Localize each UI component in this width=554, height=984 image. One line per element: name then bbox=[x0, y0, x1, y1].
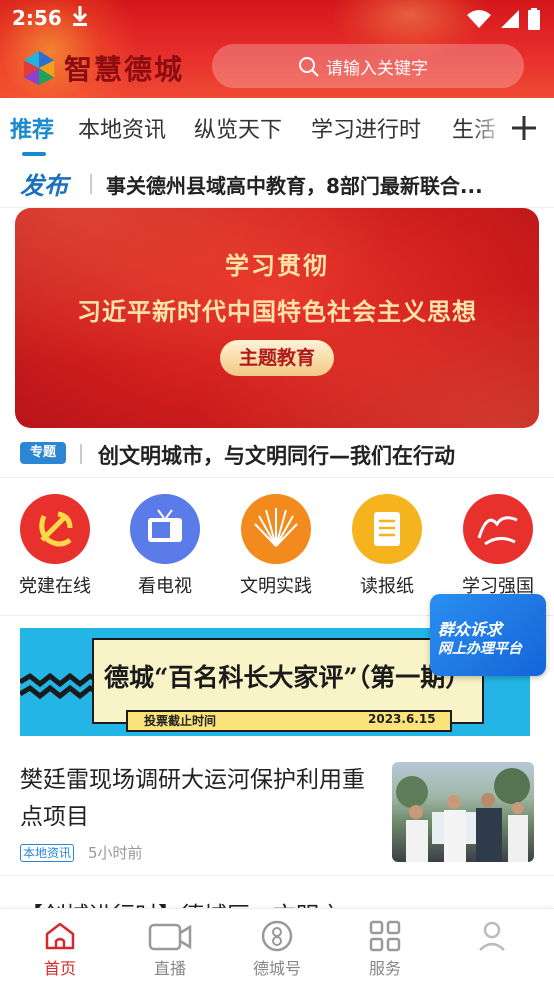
divider bbox=[90, 174, 92, 194]
ticker-headline[interactable]: 事关德州县域高中教育，8部门最新联合... bbox=[106, 170, 534, 199]
search-bar[interactable]: 请输入关键字 bbox=[212, 44, 524, 88]
status-icons bbox=[466, 8, 540, 30]
zigzag-decoration bbox=[20, 672, 100, 700]
nav-service[interactable]: 服务 bbox=[345, 919, 425, 979]
tab-fade-mask bbox=[470, 98, 506, 158]
app-logo: 智慧德城 bbox=[20, 48, 184, 88]
service-label: 看电视 bbox=[138, 576, 192, 597]
wifi-icon bbox=[467, 10, 491, 28]
float-line-1: 群众诉求 bbox=[438, 620, 503, 639]
home-icon bbox=[20, 919, 100, 953]
vote-title: 德城“百名科长大家评”（第一期） bbox=[104, 663, 471, 692]
active-tab-indicator bbox=[22, 152, 46, 156]
banner-line-2: 习近平新时代中国特色社会主义思想 bbox=[77, 297, 477, 326]
news-time: 5小时前 bbox=[88, 844, 143, 862]
plus-icon bbox=[512, 116, 536, 140]
civilization-fan-icon bbox=[241, 494, 311, 564]
nav-decheng-account[interactable]: 德城号 bbox=[237, 919, 317, 979]
account-icon bbox=[237, 919, 317, 953]
grid-icon bbox=[345, 919, 425, 953]
nav-label: 首页 bbox=[43, 959, 76, 978]
tab-local-news[interactable]: 本地资讯 bbox=[78, 112, 166, 144]
nav-label: 直播 bbox=[153, 959, 186, 978]
download-icon bbox=[70, 4, 90, 32]
topic-row[interactable]: 专题 创文明城市，与文明同行—我们在行动 bbox=[0, 430, 554, 478]
news-thumbnail bbox=[392, 762, 534, 862]
search-placeholder: 请输入关键字 bbox=[326, 58, 428, 79]
channel-tabs: 推荐 本地资讯 纵览天下 学习进行时 生活 bbox=[0, 98, 554, 158]
divider bbox=[80, 444, 82, 464]
tab-study[interactable]: 学习进行时 bbox=[311, 112, 421, 144]
logo-mark-icon bbox=[23, 50, 55, 86]
status-time: 2:56 bbox=[12, 6, 62, 30]
float-line-2: 网上办理平台 bbox=[438, 641, 522, 657]
status-bar: 2:56 bbox=[0, 0, 554, 36]
service-tv[interactable]: 看电视 bbox=[110, 494, 220, 598]
nav-label: 德城号 bbox=[252, 959, 301, 978]
service-party-online[interactable]: 党建在线 bbox=[0, 494, 110, 598]
banner-line-1: 学习贯彻 bbox=[225, 251, 329, 280]
service-newspaper[interactable]: 读报纸 bbox=[332, 494, 442, 598]
news-category-tag: 本地资讯 bbox=[20, 844, 75, 862]
news-title[interactable]: 樊廷雷现场调研大运河保护利用重点项目 bbox=[20, 762, 376, 836]
service-label: 读报纸 bbox=[360, 576, 414, 597]
nav-profile[interactable] bbox=[452, 919, 532, 955]
topic-badge: 专题 bbox=[20, 442, 66, 464]
nav-live[interactable]: 直播 bbox=[130, 919, 210, 979]
nav-home[interactable]: 首页 bbox=[20, 919, 100, 979]
vote-deadline-date: 2023.6.15 bbox=[368, 712, 436, 726]
battery-icon bbox=[528, 8, 540, 30]
service-xuexi[interactable]: 学习强国 bbox=[443, 494, 553, 598]
bottom-nav: 首页 直播 德城号 服务 bbox=[0, 908, 554, 984]
add-channel-button[interactable] bbox=[506, 110, 546, 146]
tab-world-news[interactable]: 纵览天下 bbox=[194, 112, 282, 144]
app-header: 2:56 智慧德城 请输入关键字 bbox=[0, 0, 554, 98]
newspaper-icon bbox=[352, 494, 422, 564]
public-appeal-button[interactable]: 群众诉求 网上办理平台 bbox=[430, 594, 546, 676]
search-icon bbox=[299, 57, 319, 77]
service-label: 党建在线 bbox=[19, 576, 91, 597]
app-name: 智慧德城 bbox=[64, 53, 185, 86]
signal-icon bbox=[501, 10, 519, 28]
xuexi-icon bbox=[463, 494, 533, 564]
topic-headline[interactable]: 创文明城市，与文明同行—我们在行动 bbox=[98, 440, 455, 470]
service-civilization[interactable]: 文明实践 bbox=[221, 494, 331, 598]
release-badge: 发布 bbox=[20, 171, 68, 200]
nav-label: 服务 bbox=[368, 959, 401, 978]
vote-deadline-label: 投票截止时间 bbox=[144, 714, 217, 728]
banner-pill: 主题教育 bbox=[220, 340, 334, 376]
tv-icon bbox=[130, 494, 200, 564]
tab-recommend[interactable]: 推荐 bbox=[10, 112, 54, 144]
service-label: 文明实践 bbox=[240, 576, 312, 597]
news-item[interactable]: 樊廷雷现场调研大运河保护利用重点项目 本地资讯 5小时前 bbox=[0, 746, 554, 876]
profile-icon bbox=[452, 919, 532, 953]
party-emblem-icon bbox=[20, 494, 90, 564]
video-camera-icon bbox=[130, 919, 210, 953]
headline-ticker[interactable]: 发布 事关德州县域高中教育，8部门最新联合... bbox=[0, 158, 554, 208]
theme-banner[interactable]: 学习贯彻 习近平新时代中国特色社会主义思想 主题教育 bbox=[15, 208, 539, 428]
